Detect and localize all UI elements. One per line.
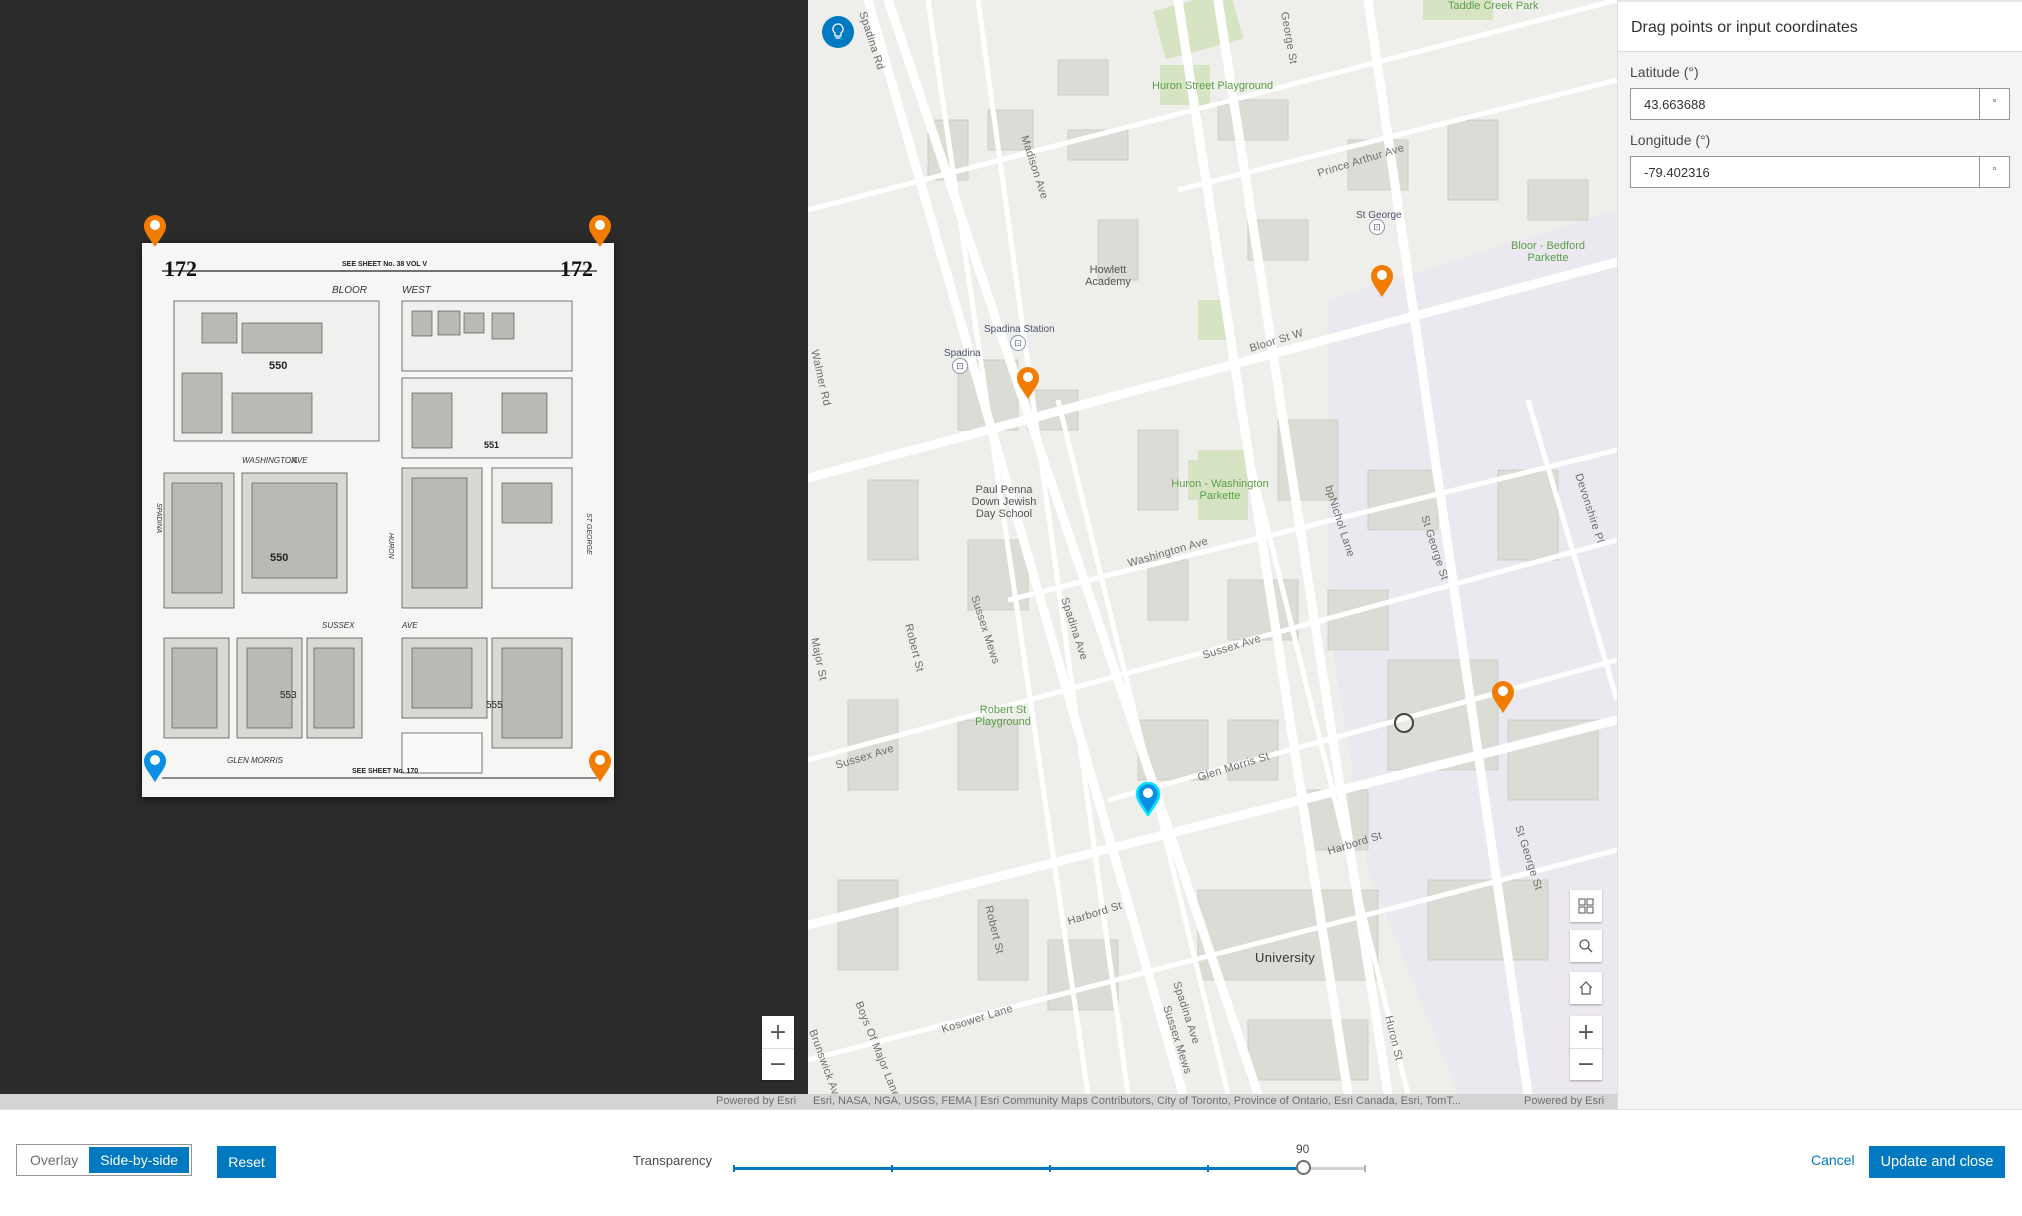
historic-map-drawing: 172 172 SEE SHEET No. 38 VOL V BLOOR WES…	[142, 243, 614, 797]
historic-map-image[interactable]: 172 172 SEE SHEET No. 38 VOL V BLOOR WES…	[142, 243, 614, 797]
map-search-button[interactable]	[1570, 930, 1602, 962]
control-point-top-right[interactable]	[587, 214, 613, 248]
map-zoom-in-button[interactable]: +	[1570, 1016, 1602, 1048]
park-label-taddle-creek-park: Taddle Creek Park	[1448, 0, 1539, 12]
image-zoom-out-button[interactable]: −	[762, 1048, 794, 1080]
basemap-gallery-icon	[1578, 898, 1594, 914]
cancel-button[interactable]: Cancel	[1811, 1152, 1855, 1168]
street-spadina: SPADINA	[155, 503, 162, 534]
map-pin-icon	[1371, 265, 1393, 297]
lightbulb-icon	[832, 23, 844, 39]
latitude-input[interactable]	[1631, 89, 1979, 119]
home-icon	[1579, 981, 1593, 995]
longitude-unit: °	[1979, 157, 2009, 187]
street-sussex-ave: AVE	[401, 621, 418, 630]
sheet-number-right: 172	[560, 256, 593, 281]
place-label-howlett-academy: Howlett Academy	[1085, 264, 1131, 288]
header-note: SEE SHEET No. 38 VOL V	[342, 261, 427, 268]
basemap-drawing	[808, 0, 1617, 1094]
transparency-label: Transparency	[633, 1153, 712, 1168]
map-pin-icon	[589, 215, 611, 247]
view-mode-toggle: Overlay Side-by-side	[16, 1144, 193, 1176]
image-zoom-control: + −	[762, 1016, 794, 1080]
mode-side-by-side-option[interactable]: Side-by-side	[89, 1147, 190, 1173]
map-control-point-2[interactable]	[1369, 264, 1395, 298]
street-west: WEST	[402, 285, 432, 296]
latitude-label: Latitude (°)	[1630, 64, 1699, 80]
street-huron: HURON	[387, 533, 394, 560]
street-st-george: ST GEORGE	[585, 513, 592, 555]
subway-icon: ⊡	[952, 358, 968, 374]
place-label-paul-penna-school: Paul Penna Down Jewish Day School	[971, 484, 1037, 520]
basemap-gallery-button[interactable]	[1570, 890, 1602, 922]
tips-button[interactable]	[822, 16, 854, 48]
slider-thumb[interactable]	[1295, 1160, 1311, 1175]
latitude-field: °	[1630, 88, 2010, 120]
basemap-panel[interactable]: Spadina Rd George St Prince Arthur Ave M…	[808, 0, 1617, 1094]
street-glen-morris: GLEN MORRIS	[227, 756, 284, 765]
lot-555: 555	[486, 700, 503, 711]
coordinates-panel: Drag points or input coordinates Latitud…	[1617, 0, 2022, 1109]
map-zoom-out-button[interactable]: −	[1570, 1048, 1602, 1080]
park-label-robert-st-playground: Robert St Playground	[975, 704, 1031, 728]
sheet-number-left: 172	[164, 256, 197, 281]
lot-550-b: 550	[270, 552, 288, 564]
longitude-input[interactable]	[1631, 157, 1979, 187]
street-sussex: SUSSEX	[322, 621, 355, 630]
image-zoom-in-button[interactable]: +	[762, 1016, 794, 1048]
control-point-bottom-left-selected[interactable]	[142, 749, 168, 783]
slider-tick	[1364, 1165, 1366, 1172]
slider-tick	[733, 1165, 735, 1172]
map-pin-icon	[1135, 782, 1161, 816]
footer-note: SEE SHEET No. 170	[352, 768, 418, 775]
panel-title: Drag points or input coordinates	[1618, 0, 2022, 52]
latitude-unit: °	[1979, 89, 2009, 119]
map-pin-icon	[1492, 681, 1514, 713]
longitude-label: Longitude (°)	[1630, 132, 1711, 148]
image-center-handle[interactable]	[1394, 713, 1414, 733]
subway-icon: ⊡	[1010, 335, 1026, 351]
map-control-point-3-selected[interactable]	[1135, 782, 1161, 816]
transparency-value: 90	[1296, 1142, 1310, 1156]
attribution-powered-right[interactable]: Powered by Esri	[1524, 1094, 1604, 1109]
attribution-powered-left[interactable]: Powered by Esri	[716, 1094, 796, 1109]
update-and-close-button[interactable]: Update and close	[1869, 1146, 2005, 1178]
slider-tick	[891, 1165, 893, 1172]
reset-button[interactable]: Reset	[217, 1146, 276, 1178]
lot-551: 551	[484, 440, 499, 450]
map-zoom-control: + −	[1570, 1016, 1602, 1080]
park-label-huron-washington-parkette: Huron - Washington Parkette	[1171, 478, 1269, 502]
slider-fill	[733, 1167, 1303, 1170]
map-home-button[interactable]	[1570, 972, 1602, 1004]
map-control-point-1[interactable]	[1015, 366, 1041, 400]
street-washington: WASHINGTON	[242, 456, 297, 465]
station-label-spadina-station: Spadina Station	[984, 324, 1055, 335]
slider-tick	[1049, 1165, 1051, 1172]
place-label-university: University	[1255, 950, 1316, 965]
park-label-bloor-bedford-parkette: Bloor - Bedford Parkette	[1511, 240, 1585, 264]
longitude-field: °	[1630, 156, 2010, 188]
slider-tick	[1207, 1165, 1209, 1172]
map-pin-icon	[589, 750, 611, 782]
subway-icon: ⊡	[1369, 219, 1385, 235]
mode-overlay-option[interactable]: Overlay	[19, 1147, 89, 1173]
search-icon	[1579, 939, 1593, 953]
street-bloor: BLOOR	[332, 285, 367, 296]
image-panel[interactable]: 172 172 SEE SHEET No. 38 VOL V BLOOR WES…	[0, 0, 808, 1094]
attribution-bar: Powered by Esri Esri, NASA, NGA, USGS, F…	[0, 1094, 1617, 1109]
transparency-slider[interactable]	[733, 1158, 1366, 1178]
control-point-bottom-right[interactable]	[587, 749, 613, 783]
lot-550-a: 550	[269, 360, 287, 372]
map-control-point-4[interactable]	[1490, 680, 1516, 714]
map-pin-icon	[144, 750, 166, 782]
lot-553: 553	[280, 690, 297, 701]
control-point-top-left[interactable]	[142, 214, 168, 248]
map-pin-icon	[144, 215, 166, 247]
station-label-spadina: Spadina	[944, 348, 981, 359]
park-label-huron-street-playground: Huron Street Playground	[1152, 80, 1274, 92]
attribution-sources[interactable]: Esri, NASA, NGA, USGS, FEMA | Esri Commu…	[813, 1094, 1461, 1109]
street-washington-ave: AVE	[291, 456, 308, 465]
map-pin-icon	[1017, 367, 1039, 399]
